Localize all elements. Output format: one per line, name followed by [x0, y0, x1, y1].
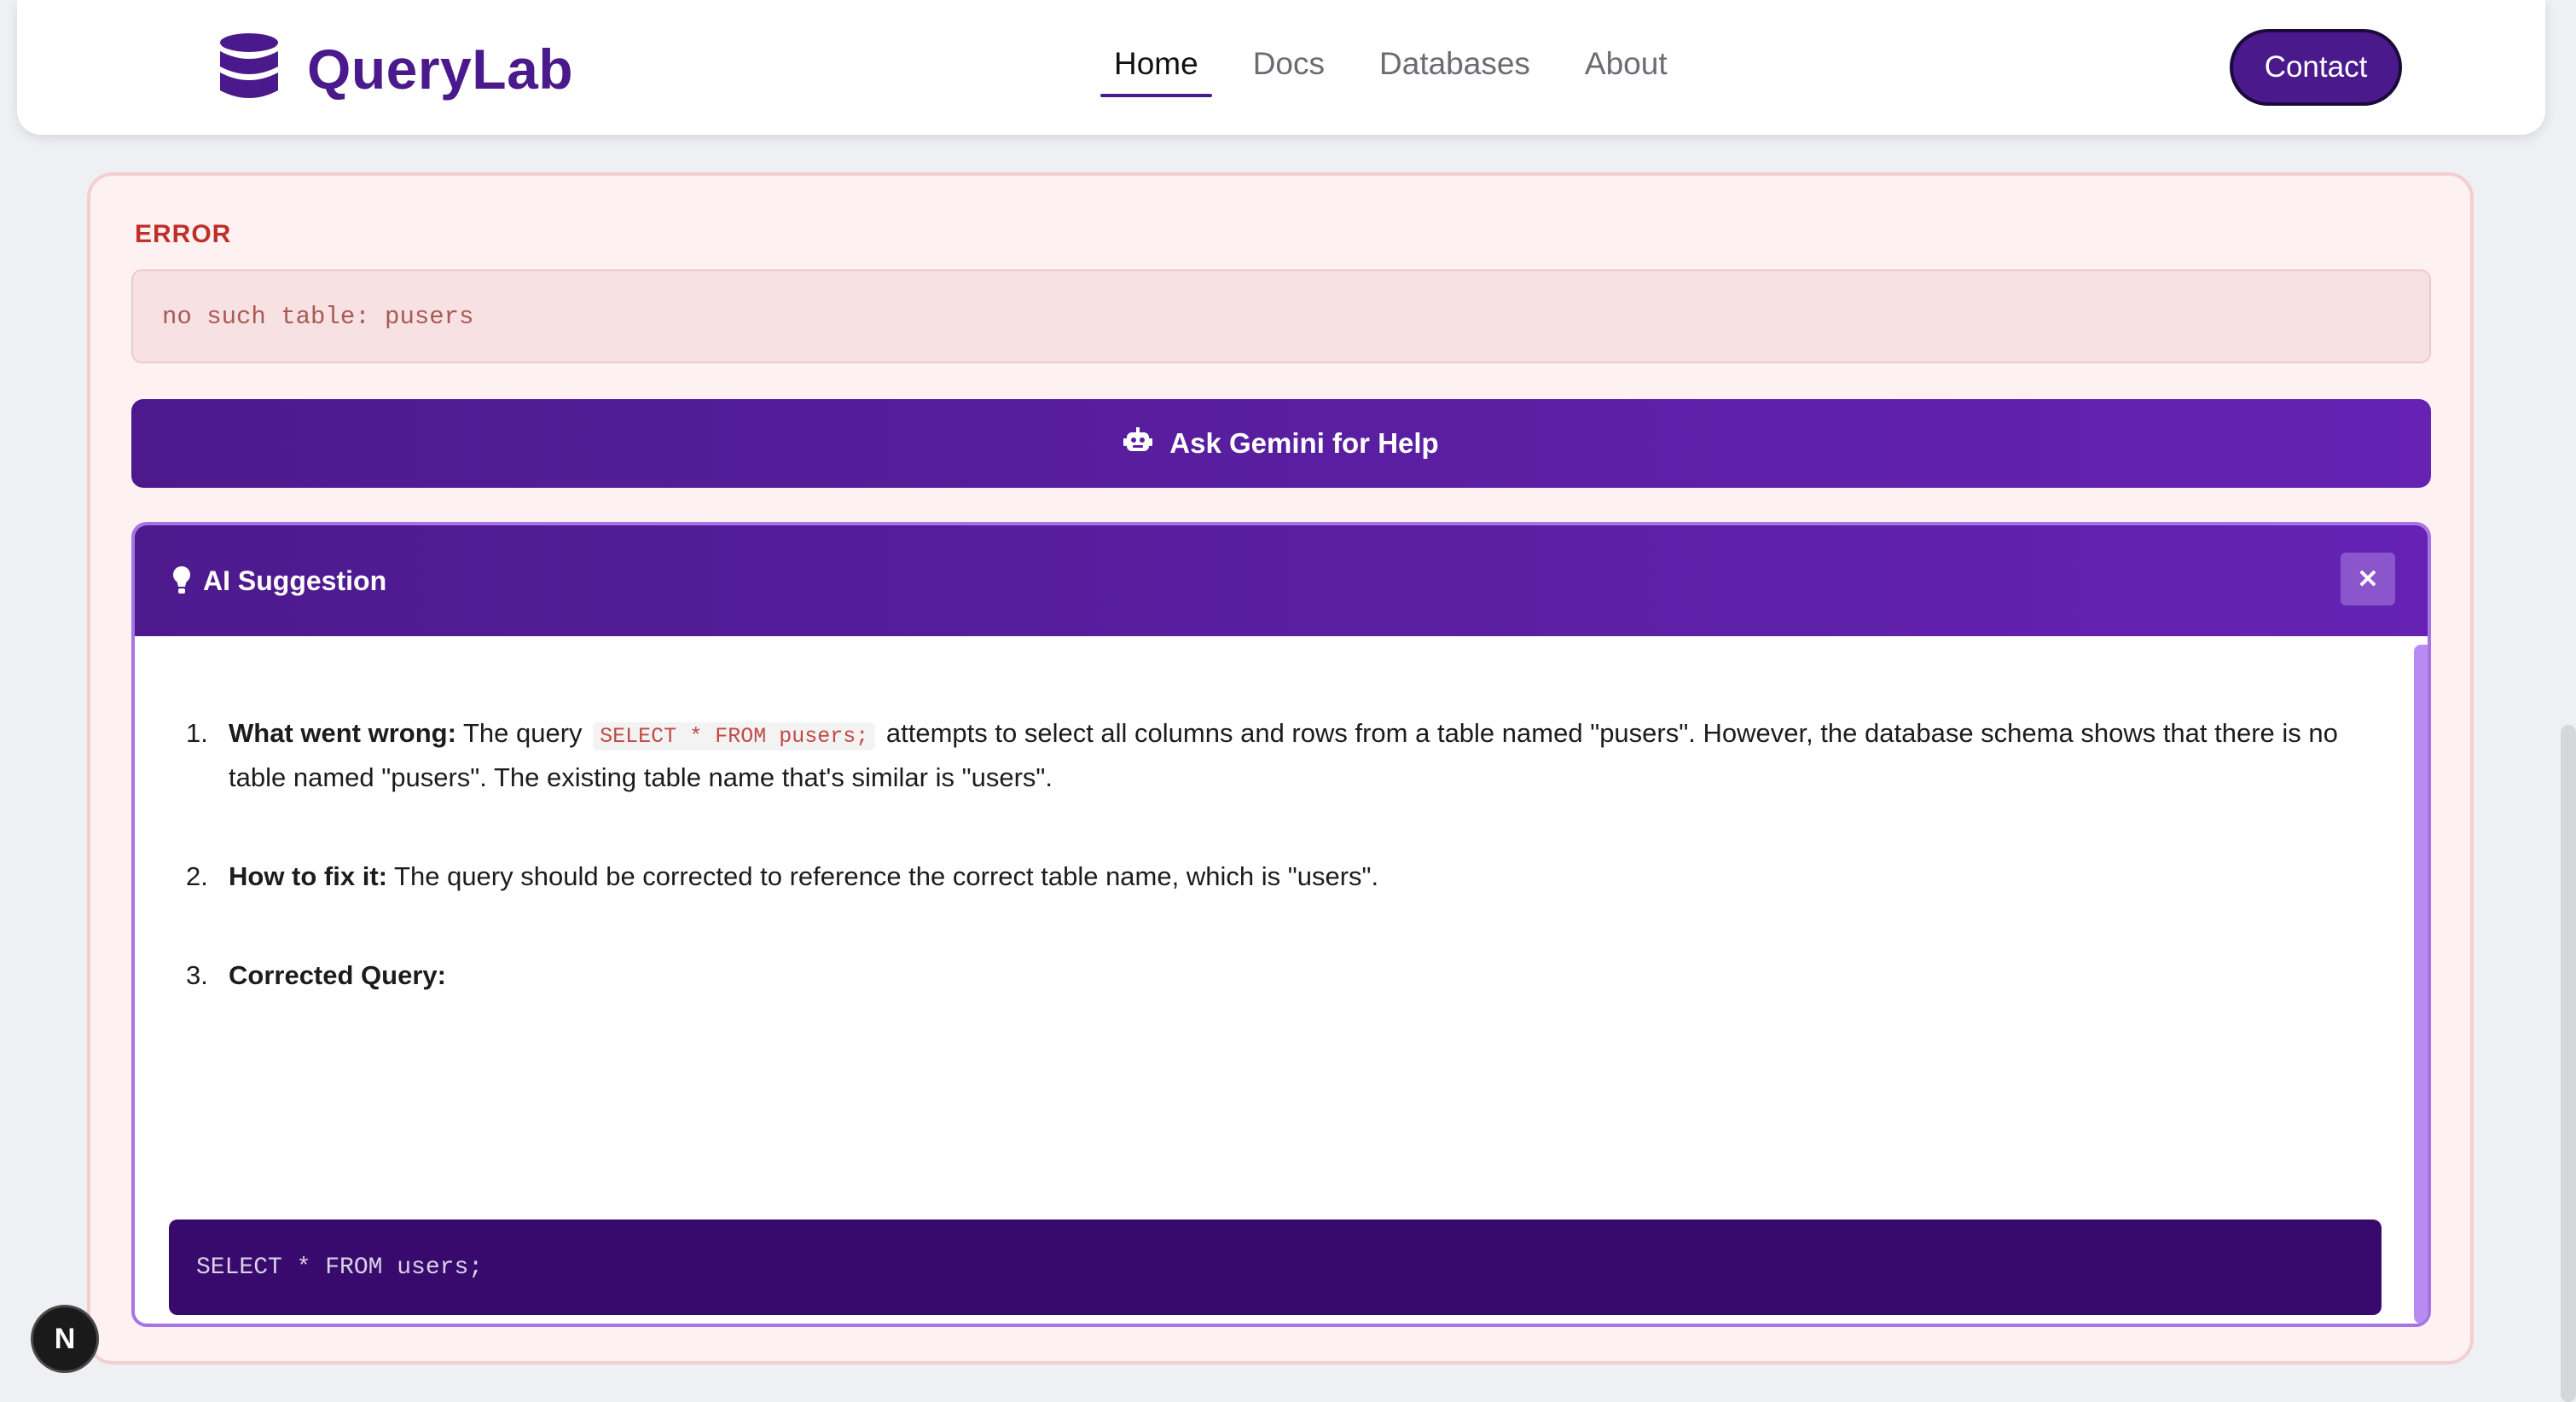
- step-number: 3.: [186, 960, 208, 990]
- close-icon: ✕: [2357, 565, 2379, 594]
- close-button[interactable]: ✕: [2341, 553, 2395, 605]
- page-scrollbar[interactable]: [2561, 725, 2576, 1402]
- step-heading: Corrected Query:: [229, 960, 446, 990]
- step-heading: How to fix it:: [229, 861, 387, 891]
- brand-name: QueryLab: [307, 38, 574, 101]
- nav-docs[interactable]: Docs: [1239, 39, 1338, 97]
- contact-button[interactable]: Contact: [2230, 29, 2402, 106]
- ai-suggestion-body[interactable]: 1. What went wrong: The query SELECT * F…: [135, 636, 2428, 1324]
- ai-suggestion-header: AI Suggestion ✕: [135, 525, 2428, 636]
- step-text: The query: [462, 718, 583, 748]
- step-number: 2.: [186, 861, 208, 891]
- main-nav: Home Docs Databases About: [1100, 39, 1709, 97]
- nav-databases[interactable]: Databases: [1366, 39, 1544, 97]
- database-icon: [217, 32, 281, 107]
- corrected-query-code: SELECT * FROM users;: [169, 1220, 2382, 1315]
- nav-home[interactable]: Home: [1100, 39, 1212, 97]
- robot-icon: [1123, 427, 1169, 460]
- nav-about[interactable]: About: [1571, 39, 1681, 97]
- ai-suggestion-card: AI Suggestion ✕ 1. What went wrong: The …: [131, 522, 2431, 1327]
- list-item: 3. Corrected Query:: [186, 955, 2353, 996]
- navbar: QueryLab Home Docs Databases About Conta…: [17, 0, 2545, 135]
- ai-suggestion-title: AI Suggestion: [203, 565, 387, 596]
- step-text: The query should be corrected to referen…: [394, 861, 1379, 891]
- ask-gemini-button[interactable]: Ask Gemini for Help: [131, 399, 2431, 488]
- suggestion-scrollbar[interactable]: [2414, 645, 2428, 1324]
- inline-code: SELECT * FROM pusers;: [593, 722, 876, 750]
- suggestion-steps: 1. What went wrong: The query SELECT * F…: [186, 713, 2353, 1054]
- error-label: ERROR: [135, 220, 232, 248]
- list-item: 1. What went wrong: The query SELECT * F…: [186, 713, 2353, 798]
- ask-gemini-label: Ask Gemini for Help: [1169, 427, 1439, 459]
- step-heading: What went wrong:: [229, 718, 456, 748]
- nextjs-dev-badge[interactable]: N: [31, 1305, 99, 1373]
- lightbulb-icon: [172, 566, 191, 595]
- logo[interactable]: QueryLab: [217, 32, 574, 107]
- error-panel: ERROR no such table: pusers Ask Gemini f…: [87, 172, 2474, 1364]
- error-message: no such table: pusers: [131, 269, 2431, 363]
- step-number: 1.: [186, 718, 208, 748]
- list-item: 2. How to fix it: The query should be co…: [186, 856, 2353, 897]
